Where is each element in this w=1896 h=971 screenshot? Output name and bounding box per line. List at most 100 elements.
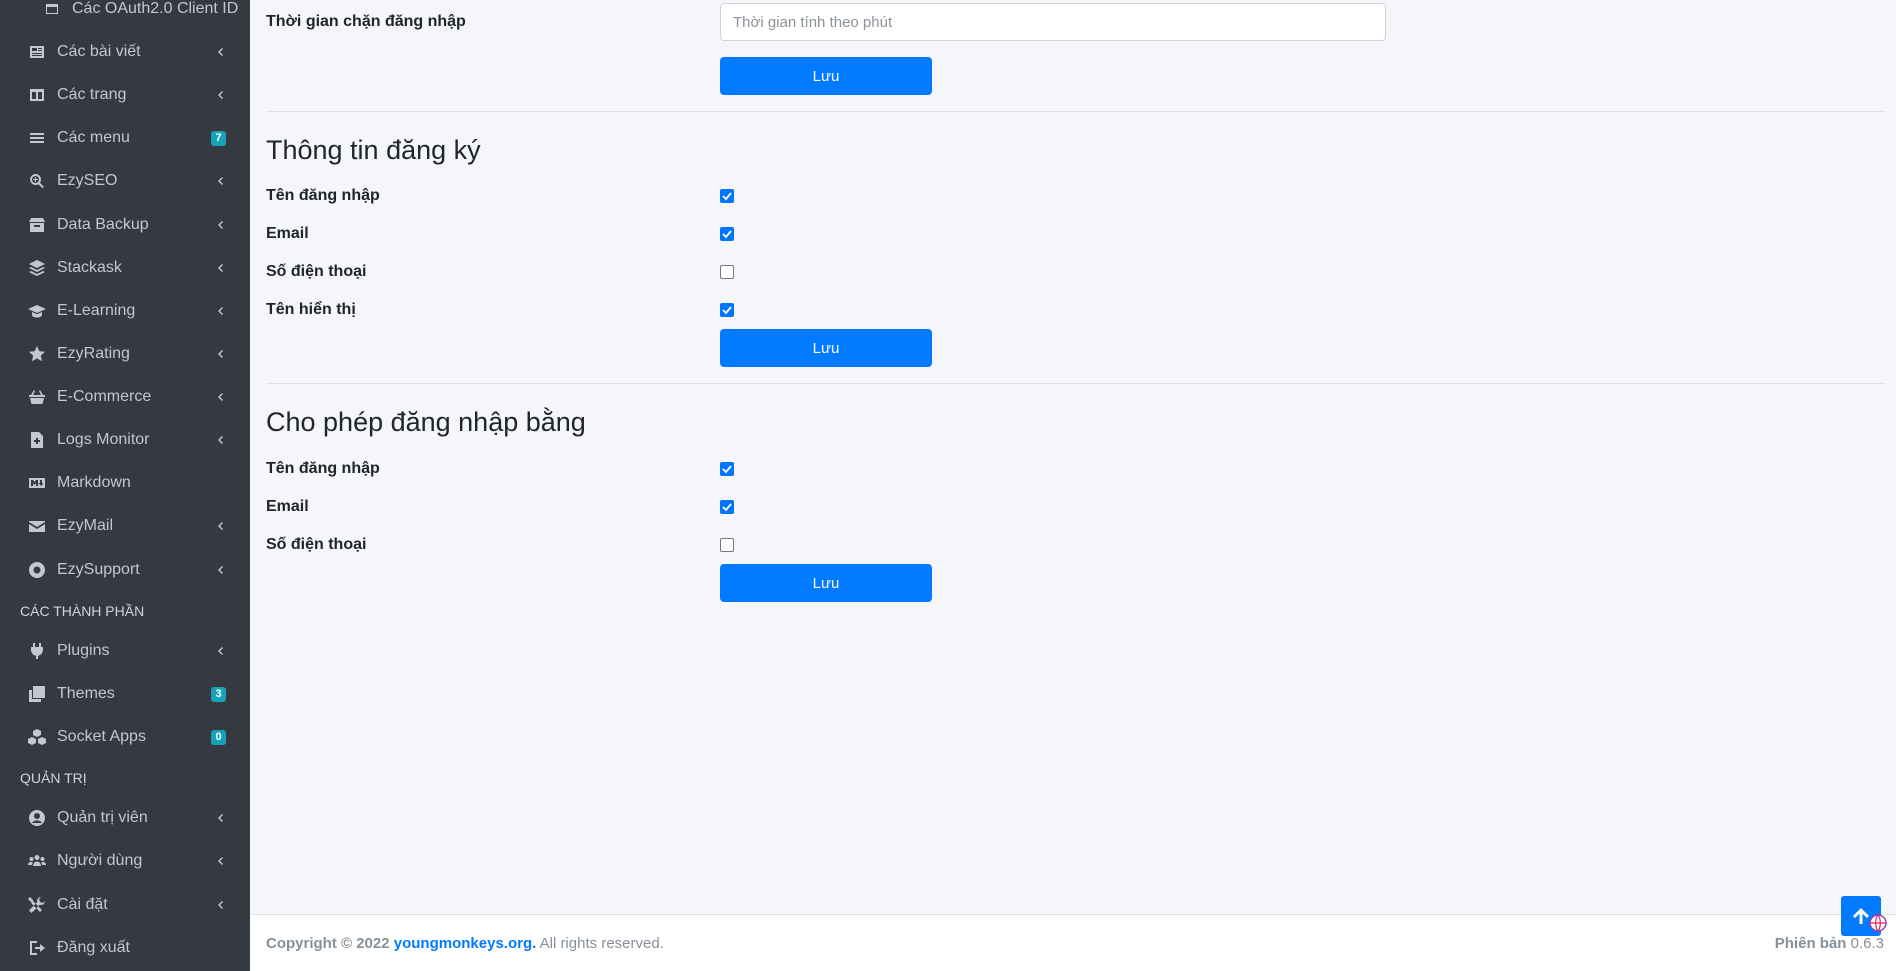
sidebar-item-label: EzySupport [57, 561, 140, 578]
graduation-cap-icon [26, 300, 48, 322]
footer: Copyright © 2022 youngmonkeys.org. All r… [250, 914, 1896, 971]
version-info: Phiên bản 0.6.3 [1775, 935, 1884, 952]
register-display-name-checkbox[interactable] [720, 303, 734, 317]
chevron-left-icon [214, 855, 226, 867]
chevron-left-icon [214, 262, 226, 274]
chevron-left-icon [214, 564, 226, 576]
sidebar-item-themes[interactable]: Themes 3 [0, 674, 250, 714]
register-field-label: Tên đăng nhập [266, 187, 380, 204]
sidebar-item-label: Cài đặt [57, 896, 108, 913]
count-badge: 7 [211, 130, 226, 146]
file-medical-icon [26, 429, 48, 451]
sidebar-item-ezyseo[interactable]: EzySEO [0, 161, 250, 201]
login-by-section-title: Cho phép đăng nhập bằng [266, 407, 586, 437]
chevron-left-icon [214, 305, 226, 317]
box-icon [26, 214, 48, 236]
newspaper-icon [26, 41, 48, 63]
sidebar-item-logout[interactable]: Đăng xuất [0, 928, 250, 968]
sign-out-icon [26, 937, 48, 959]
youngmonkeys-link[interactable]: youngmonkeys.org. [394, 935, 537, 952]
sidebar-item-e-commerce[interactable]: E-Commerce [0, 377, 250, 417]
sidebar-item-posts[interactable]: Các bài viết [0, 32, 250, 72]
main-content: Thời gian chặn đăng nhập Lưu Thông tin đ… [250, 0, 1896, 971]
sidebar-item-markdown[interactable]: Markdown [0, 463, 250, 503]
envelope-icon [26, 515, 48, 537]
sidebar-item-admins[interactable]: Quản trị viên [0, 798, 250, 838]
login-by-email-checkbox[interactable] [720, 500, 734, 514]
chevron-left-icon [214, 348, 226, 360]
chevron-left-icon [214, 645, 226, 657]
globe-icon[interactable] [1868, 913, 1888, 933]
login-block-time-input[interactable] [720, 3, 1386, 41]
chevron-left-icon [214, 899, 226, 911]
sidebar-item-label: E-Learning [57, 302, 136, 319]
sidebar-item-label: EzySEO [57, 172, 118, 189]
chevron-left-icon [214, 812, 226, 824]
life-ring-icon [26, 559, 48, 581]
section-divider [266, 383, 1886, 384]
sidebar-item-ezysupport[interactable]: EzySupport [0, 550, 250, 590]
register-field-label: Tên hiển thị [266, 301, 356, 318]
sidebar-item-label: E-Commerce [57, 388, 152, 405]
sidebar-item-label: Themes [57, 685, 115, 702]
sidebar-item-label: Markdown [57, 474, 131, 491]
copyright: Copyright © 2022 youngmonkeys.org. All r… [266, 935, 664, 952]
save-register-button[interactable]: Lưu [720, 329, 932, 367]
sidebar-item-stackask[interactable]: Stackask [0, 248, 250, 288]
sidebar-item-data-backup[interactable]: Data Backup [0, 205, 250, 245]
sidebar-item-ezyrating[interactable]: EzyRating [0, 334, 250, 374]
sidebar-item-logs-monitor[interactable]: Logs Monitor [0, 420, 250, 460]
save-login-by-button[interactable]: Lưu [720, 564, 932, 602]
users-icon [26, 850, 48, 872]
register-section-title: Thông tin đăng ký [266, 135, 481, 165]
sidebar-item-ezymail[interactable]: EzyMail [0, 506, 250, 546]
save-login-block-button[interactable]: Lưu [720, 57, 932, 95]
register-username-checkbox[interactable] [720, 189, 734, 203]
sidebar-item-label: EzyRating [57, 345, 130, 362]
sidebar: Các OAuth2.0 Client ID Các bài viết Các … [0, 0, 250, 971]
search-plus-icon [26, 170, 48, 192]
sidebar-item-socket-apps[interactable]: Socket Apps 0 [0, 717, 250, 757]
sidebar-item-label: Các OAuth2.0 Client ID [72, 0, 239, 17]
sidebar-item-label: Logs Monitor [57, 431, 150, 448]
sidebar-item-pages[interactable]: Các trang [0, 75, 250, 115]
version-number: 0.6.3 [1850, 935, 1884, 952]
bars-icon [26, 127, 48, 149]
chevron-left-icon [214, 391, 226, 403]
window-icon [46, 4, 58, 14]
user-circle-icon [26, 807, 48, 829]
chevron-left-icon [214, 219, 226, 231]
sidebar-item-label: Đăng xuất [57, 939, 130, 956]
sidebar-item-users[interactable]: Người dùng [0, 841, 250, 881]
sidebar-item-plugins[interactable]: Plugins [0, 631, 250, 671]
login-by-phone-checkbox[interactable] [720, 538, 734, 552]
register-phone-checkbox[interactable] [720, 265, 734, 279]
sidebar-item-oauth-client-id[interactable]: Các OAuth2.0 Client ID [44, 0, 238, 18]
sidebar-header-components: CÁC THÀNH PHẦN [20, 603, 145, 619]
chevron-left-icon [214, 89, 226, 101]
cubes-icon [26, 726, 48, 748]
version-label: Phiên bản [1774, 935, 1847, 952]
chevron-left-icon [214, 46, 226, 58]
copyright-text: Copyright © 2022 [266, 935, 390, 952]
sidebar-item-settings[interactable]: Cài đặt [0, 885, 250, 925]
sidebar-header-admin: QUẢN TRỊ [20, 770, 87, 786]
count-badge: 3 [211, 686, 226, 702]
sidebar-item-label: Socket Apps [57, 728, 146, 745]
plug-icon [26, 640, 48, 662]
layer-group-icon [26, 257, 48, 279]
clone-icon [26, 683, 48, 705]
count-badge: 0 [211, 729, 226, 745]
login-by-field-label: Tên đăng nhập [266, 460, 380, 477]
sidebar-item-label: EzyMail [57, 517, 114, 534]
register-email-checkbox[interactable] [720, 227, 734, 241]
star-icon [26, 343, 48, 365]
sidebar-item-e-learning[interactable]: E-Learning [0, 291, 250, 331]
sidebar-item-label: Các trang [57, 86, 127, 103]
sidebar-item-menus[interactable]: Các menu 7 [0, 118, 250, 158]
login-by-username-checkbox[interactable] [720, 462, 734, 476]
chevron-left-icon [214, 520, 226, 532]
login-by-field-label: Email [266, 498, 309, 515]
tools-icon [26, 894, 48, 916]
shopping-basket-icon [26, 386, 48, 408]
